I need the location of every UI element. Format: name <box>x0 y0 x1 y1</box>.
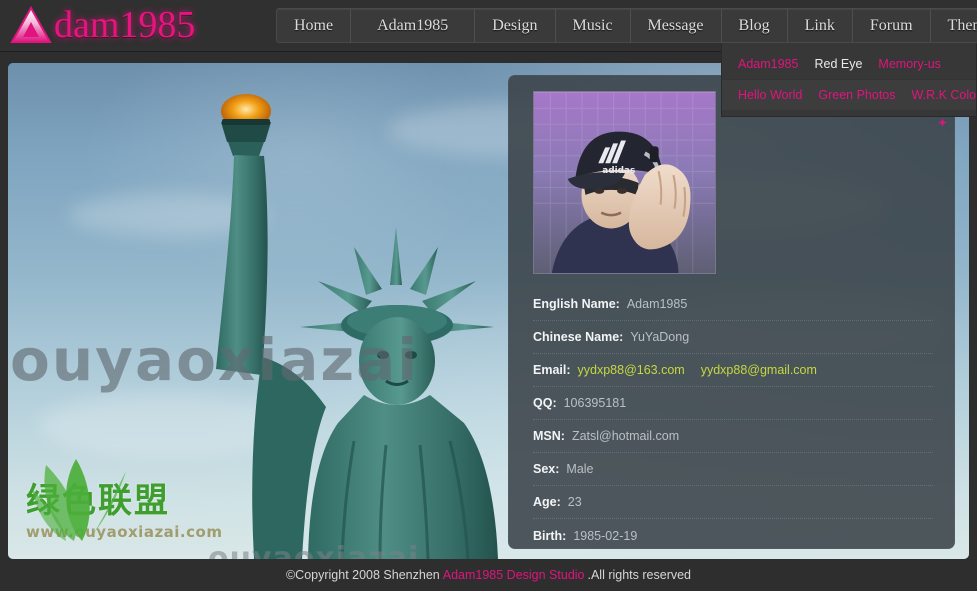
themes-dropdown-row: Hello World Green Photos W.R.K Color <box>722 79 977 110</box>
theme-option-adam1985[interactable]: Adam1985 <box>730 57 806 71</box>
info-row-sex: Sex: Male <box>533 453 933 486</box>
footer-copyright-prefix: ©Copyright 2008 Shenzhen <box>285 568 440 582</box>
info-row-age: Age: 23 <box>533 486 933 519</box>
nav-item-forum[interactable]: Forum <box>853 9 931 42</box>
svg-text:adidas: adidas <box>602 166 635 176</box>
theme-option-red-eye[interactable]: Red Eye <box>806 57 870 71</box>
hero-stage: 绿色联盟 www.ouyaoxiazai.com ouyaoxiazai ouy… <box>8 63 969 559</box>
triangle-a-icon <box>10 6 52 44</box>
nav-item-message[interactable]: Message <box>631 9 722 42</box>
info-value: 106395181 <box>563 396 627 410</box>
nav-item-blog[interactable]: Blog <box>722 9 788 42</box>
nav-item-design[interactable]: Design <box>475 9 556 42</box>
info-label: Email: <box>533 363 571 377</box>
themes-dropdown-menu: Adam1985 Red Eye Memory-us Hello World G… <box>721 43 977 117</box>
site-footer: ©Copyright 2008 Shenzhen Adam1985 Design… <box>0 559 977 591</box>
info-row-birth: Birth: 1985-02-19 <box>533 519 933 552</box>
nav-item-home[interactable]: Home <box>277 9 352 42</box>
nav-item-adam1985[interactable]: Adam1985 <box>351 9 476 42</box>
info-value: Adam1985 <box>626 297 688 311</box>
info-row-email: Email: yydxp88@163.com yydxp88@gmail.com <box>533 354 933 387</box>
sparkle-icon <box>938 118 947 127</box>
nav-item-themes-label: Themes <box>947 16 977 34</box>
leaf-icon <box>32 459 126 541</box>
main-navigation: Home Adam1985 Design Music Message Blog … <box>276 8 977 43</box>
info-label: English Name: <box>533 297 620 311</box>
info-label: QQ: <box>533 396 557 410</box>
nav-item-link[interactable]: Link <box>788 9 853 42</box>
avatar[interactable]: adidas <box>533 91 716 274</box>
theme-option-green-photos[interactable]: Green Photos <box>810 88 903 102</box>
theme-option-memory-us[interactable]: Memory-us <box>870 57 949 71</box>
info-label: Sex: <box>533 462 560 476</box>
nav-item-music[interactable]: Music <box>556 9 631 42</box>
profile-info-panel: adidas English Name: Adam1985 Chinese Na… <box>508 75 955 549</box>
info-label: Chinese Name: <box>533 330 624 344</box>
email-link-gmail[interactable]: yydxp88@gmail.com <box>701 363 817 377</box>
logo-wordmark: dam1985 <box>54 4 196 46</box>
theme-option-hello-world[interactable]: Hello World <box>730 88 810 102</box>
profile-info-list: English Name: Adam1985 Chinese Name: YuY… <box>533 288 933 552</box>
info-label: Birth: <box>533 528 567 543</box>
info-value: Male <box>566 462 594 476</box>
info-value: Zatsl@hotmail.com <box>571 429 680 443</box>
page-root: dam1985 Home Adam1985 Design Music Messa… <box>0 0 977 591</box>
site-logo[interactable]: dam1985 <box>10 2 195 48</box>
info-label: Age: <box>533 495 561 509</box>
info-row-qq: QQ: 106395181 <box>533 387 933 420</box>
nav-item-themes[interactable]: Themes ˇ <box>931 9 977 42</box>
info-value: YuYaDong <box>630 330 690 344</box>
footer-studio-link[interactable]: Adam1985 Design Studio <box>443 568 585 582</box>
info-value: 23 <box>567 495 582 509</box>
info-row-chinese-name: Chinese Name: YuYaDong <box>533 321 933 354</box>
info-label: MSN: <box>533 429 565 443</box>
footer-copyright-suffix: .All rights reserved <box>587 568 692 582</box>
themes-dropdown-row: Adam1985 Red Eye Memory-us <box>722 48 976 79</box>
avatar-photo: adidas <box>534 92 715 273</box>
email-link-163[interactable]: yydxp88@163.com <box>578 363 685 377</box>
info-value: 1985-02-19 <box>573 528 638 543</box>
theme-option-wrk-color[interactable]: W.R.K Color <box>904 88 977 102</box>
info-row-english-name: English Name: Adam1985 <box>533 288 933 321</box>
info-row-msn: MSN: Zatsl@hotmail.com <box>533 420 933 453</box>
